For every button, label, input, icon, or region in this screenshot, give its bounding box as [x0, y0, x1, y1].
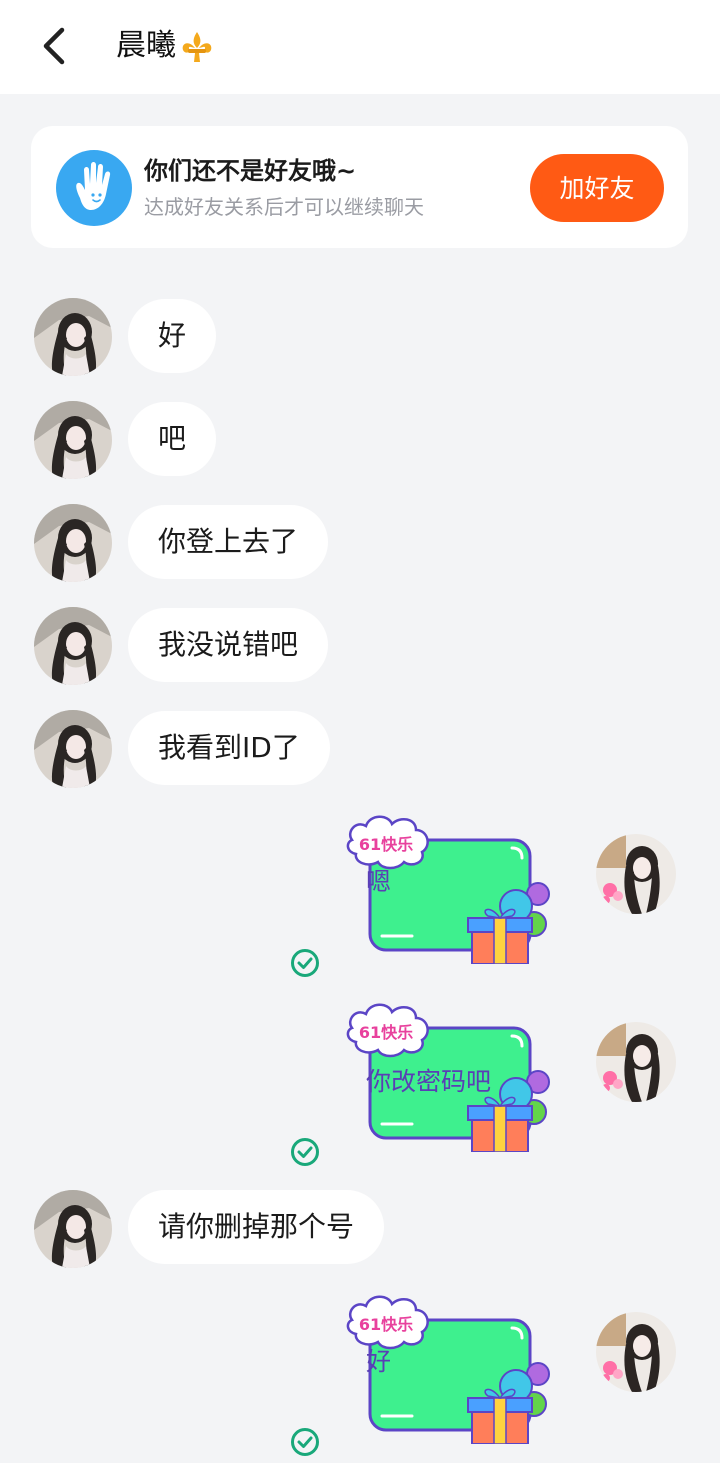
- contact-avatar[interactable]: [34, 607, 112, 685]
- banner-subtitle: 达成好友关系后才可以继续聊天: [144, 195, 424, 219]
- add-friend-button[interactable]: 加好友: [530, 154, 664, 222]
- my-avatar[interactable]: [596, 834, 676, 914]
- contact-name[interactable]: 晨曦: [116, 28, 176, 64]
- contact-avatar[interactable]: [34, 401, 112, 479]
- my-avatar[interactable]: [596, 1022, 676, 1102]
- contact-avatar[interactable]: [34, 710, 112, 788]
- sticker-bubble[interactable]: 61快乐 嗯: [342, 812, 557, 965]
- check-circle-icon: [291, 949, 319, 977]
- chevron-left-icon: [43, 27, 65, 65]
- message-bubble[interactable]: 我看到ID了: [128, 711, 330, 785]
- hand-wave-icon: [56, 150, 132, 226]
- sticker-bubble[interactable]: 61快乐 好: [342, 1292, 557, 1445]
- sticker-message-text: 你改密码吧: [366, 1067, 492, 1096]
- chat-header: 晨曦: [0, 0, 720, 94]
- check-circle-icon: [291, 1428, 319, 1456]
- sticker-badge-text: 61快乐: [359, 1023, 413, 1042]
- fleur-de-lis-icon: [182, 32, 212, 62]
- sticker-message-text: 嗯: [366, 867, 392, 896]
- sticker-badge-text: 61快乐: [359, 835, 413, 854]
- message-bubble[interactable]: 好: [128, 299, 217, 373]
- contact-avatar[interactable]: [34, 298, 112, 376]
- sticker-bubble[interactable]: 61快乐 你改密码吧: [342, 1000, 557, 1153]
- contact-avatar[interactable]: [34, 504, 112, 582]
- back-button[interactable]: [34, 22, 78, 70]
- message-bubble[interactable]: 吧: [128, 402, 217, 476]
- sticker-badge-text: 61快乐: [359, 1315, 413, 1334]
- message-bubble[interactable]: 我没说错吧: [128, 608, 329, 682]
- check-circle-icon: [291, 1138, 319, 1166]
- message-bubble[interactable]: 你登上去了: [128, 505, 329, 579]
- message-bubble[interactable]: 请你删掉那个号: [128, 1190, 385, 1264]
- contact-avatar[interactable]: [34, 1190, 112, 1268]
- banner-title: 你们还不是好友哦~: [144, 157, 357, 185]
- sticker-message-text: 好: [366, 1347, 392, 1376]
- my-avatar[interactable]: [596, 1312, 676, 1392]
